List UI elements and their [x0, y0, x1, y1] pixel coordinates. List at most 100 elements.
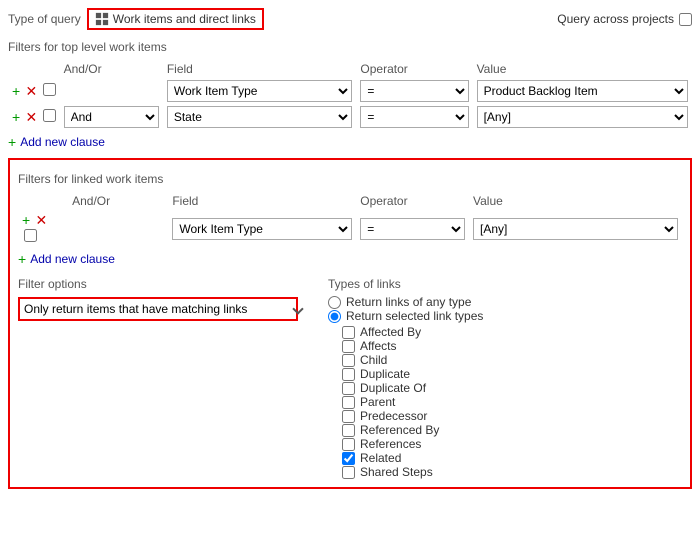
checkbox-label: Affects — [360, 339, 396, 353]
add-row-icon[interactable]: + — [12, 109, 20, 125]
top-filters-section: Filters for top level work items And/Or … — [8, 40, 692, 150]
link-type-checkbox-9[interactable] — [342, 452, 355, 465]
row-actions: + ✕ — [8, 78, 60, 104]
filter-options-select[interactable]: Only return items that have matching lin… — [18, 297, 298, 321]
link-type-checkbox-7[interactable] — [342, 424, 355, 437]
linked-add-clause-label: Add new clause — [30, 252, 115, 266]
link-type-radio-1[interactable] — [328, 310, 341, 323]
table-row: + ✕ Work Item TypeStateWork Item TypeTit… — [8, 78, 692, 104]
field-select[interactable]: Work Item TypeStateWork Item TypeTitle — [167, 80, 353, 102]
list-item: Parent — [328, 395, 483, 409]
checkbox-label: Related — [360, 451, 401, 465]
add-row-icon[interactable]: + — [22, 212, 30, 228]
checkbox-label: Duplicate Of — [360, 381, 426, 395]
row-operator[interactable]: =<> — [356, 210, 469, 247]
checkbox-label: Duplicate — [360, 367, 410, 381]
filter-options-select-wrapper: Only return items that have matching lin… — [18, 297, 308, 321]
row-checkbox[interactable] — [43, 109, 56, 122]
radio-label: Return selected link types — [346, 309, 483, 323]
col-header-value: Value — [473, 60, 692, 78]
table-row: + ✕ Work Item TypeStateTitle =<> [Any] — [18, 210, 682, 247]
link-type-checkbox-0[interactable] — [342, 326, 355, 339]
linked-filters-label: Filters for linked work items — [18, 172, 682, 186]
linked-col-header-andor: And/Or — [68, 192, 168, 210]
remove-row-icon[interactable]: ✕ — [26, 83, 38, 99]
list-item: Shared Steps — [328, 465, 483, 479]
top-bar: Type of query Work items and direct link… — [8, 8, 692, 30]
link-type-checkbox-8[interactable] — [342, 438, 355, 451]
linked-add-plus-icon: + — [18, 251, 26, 267]
linked-col-header-field: Field — [168, 192, 356, 210]
value-select[interactable]: [Any] — [473, 218, 678, 240]
link-type-checkbox-2[interactable] — [342, 354, 355, 367]
linked-col-header-value: Value — [469, 192, 682, 210]
link-type-checkbox-5[interactable] — [342, 396, 355, 409]
radio-options: Return links of any type Return selected… — [328, 295, 483, 323]
link-type-radio-0[interactable] — [328, 296, 341, 309]
field-select[interactable]: StateStateWork Item TypeTitle — [167, 106, 353, 128]
row-field[interactable]: StateStateWork Item TypeTitle — [163, 104, 357, 130]
link-type-checkbox-3[interactable] — [342, 368, 355, 381]
remove-row-icon[interactable]: ✕ — [36, 212, 48, 228]
checkbox-label: Referenced By — [360, 423, 439, 437]
row-actions: + ✕ — [18, 210, 68, 247]
query-across-label: Query across projects — [557, 12, 674, 26]
top-filters-label: Filters for top level work items — [8, 40, 692, 54]
row-value[interactable]: [Any] — [469, 210, 682, 247]
list-item: Referenced By — [328, 423, 483, 437]
list-item: Duplicate Of — [328, 381, 483, 395]
row-andor[interactable] — [60, 78, 163, 104]
grid-icon — [95, 12, 109, 26]
radio-row: Return selected link types — [328, 309, 483, 323]
value-select[interactable]: [Any] — [477, 106, 688, 128]
linked-filters-table: And/Or Field Operator Value + ✕ Work Ite… — [18, 192, 682, 247]
row-field[interactable]: Work Item TypeStateTitle — [168, 210, 356, 247]
list-item: References — [328, 437, 483, 451]
value-select[interactable]: Product Backlog Item — [477, 80, 688, 102]
field-select[interactable]: Work Item TypeStateTitle — [172, 218, 352, 240]
row-value[interactable]: [Any] — [473, 104, 692, 130]
query-type-badge[interactable]: Work items and direct links — [87, 8, 264, 30]
row-operator[interactable]: =<> — [356, 78, 472, 104]
radio-label: Return links of any type — [346, 295, 471, 309]
list-item: Child — [328, 353, 483, 367]
query-across-checkbox[interactable] — [679, 13, 692, 26]
row-field[interactable]: Work Item TypeStateWork Item TypeTitle — [163, 78, 357, 104]
col-header-andor: And/Or — [60, 60, 163, 78]
row-actions: + ✕ — [8, 104, 60, 130]
query-across-row: Query across projects — [557, 12, 692, 26]
operator-select[interactable]: =<> — [360, 218, 465, 240]
row-andor[interactable]: AndOr — [60, 104, 163, 130]
row-andor[interactable] — [68, 210, 168, 247]
radio-row: Return links of any type — [328, 295, 483, 309]
operator-select[interactable]: =<> — [360, 80, 468, 102]
link-type-checkbox-6[interactable] — [342, 410, 355, 423]
operator-select[interactable]: =<> — [360, 106, 468, 128]
checkbox-label: Parent — [360, 395, 395, 409]
top-add-plus-icon: + — [8, 134, 16, 150]
top-add-clause-label: Add new clause — [20, 135, 105, 149]
list-item: Duplicate — [328, 367, 483, 381]
link-type-checkbox-10[interactable] — [342, 466, 355, 479]
table-row: + ✕ AndOr StateStateWork Item TypeTitle … — [8, 104, 692, 130]
row-operator[interactable]: =<> — [356, 104, 472, 130]
add-row-icon[interactable]: + — [12, 83, 20, 99]
link-type-checkbox-1[interactable] — [342, 340, 355, 353]
link-type-checkbox-4[interactable] — [342, 382, 355, 395]
row-value[interactable]: Product Backlog Item — [473, 78, 692, 104]
linked-col-header-operator: Operator — [356, 192, 469, 210]
query-type-value: Work items and direct links — [113, 12, 256, 26]
top-add-clause[interactable]: + Add new clause — [8, 134, 692, 150]
row-checkbox[interactable] — [24, 229, 37, 242]
list-item: Affected By — [328, 325, 483, 339]
top-filters-table: And/Or Field Operator Value + ✕ Work Ite… — [8, 60, 692, 130]
filter-options-label: Filter options — [18, 277, 308, 291]
row-checkbox[interactable] — [43, 83, 56, 96]
col-header-field: Field — [163, 60, 357, 78]
remove-row-icon[interactable]: ✕ — [26, 109, 38, 125]
type-of-query-label: Type of query — [8, 12, 81, 26]
types-of-links-label: Types of links — [328, 277, 483, 291]
andor-select[interactable]: AndOr — [64, 106, 159, 128]
filter-options-col: Filter options Only return items that ha… — [18, 277, 308, 479]
linked-add-clause[interactable]: + Add new clause — [18, 251, 682, 267]
